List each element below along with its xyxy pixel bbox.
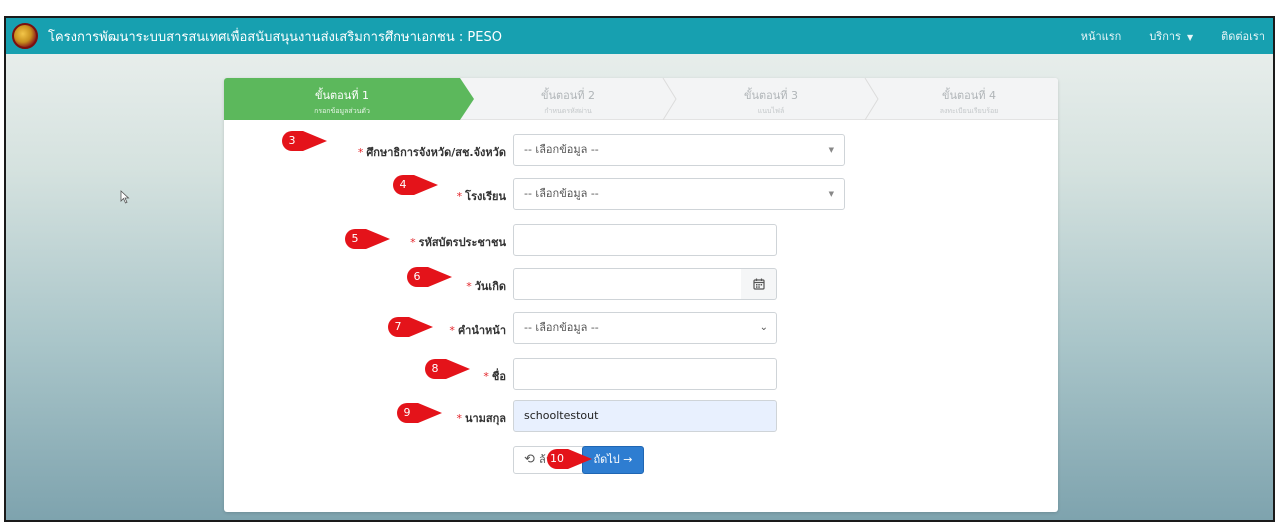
province-office-select[interactable]: -- เลือกข้อมูล -- ▼ [513, 134, 845, 166]
step-3: ขั้นตอนที่ 3 แนบไฟล์ [678, 78, 864, 120]
next-label: ถัดไป [593, 453, 620, 466]
prefix-select[interactable]: -- เลือกข้อมูล -- ⌄ [513, 312, 777, 344]
annotation-number: 3 [288, 134, 296, 147]
annotation-marker-5: 5 [344, 228, 392, 250]
chevron-down-icon: ⌄ [759, 322, 768, 333]
step-separator [864, 78, 880, 120]
caret-down-icon: ▼ [1186, 33, 1194, 42]
step-1-title: ขั้นตอนที่ 1 [314, 89, 370, 102]
annotation-number: 10 [550, 452, 564, 465]
nav-contact-link[interactable]: ติดต่อเรา [1221, 27, 1265, 45]
annotation-number: 9 [403, 406, 411, 419]
school-value: -- เลือกข้อมูล -- [524, 187, 599, 200]
annotation-number: 8 [431, 362, 439, 375]
first-name-label: * ชื่อ [483, 367, 506, 385]
annotation-marker-4: 4 [392, 174, 440, 196]
school-label-text: โรงเรียน [465, 190, 506, 203]
form-row-last-name: * นามสกุล schooltestout [224, 400, 1058, 432]
step-4-subtitle: ลงทะเบียนเรียบร้อย [939, 107, 999, 115]
step-2: ขั้นตอนที่ 2 กำหนดรหัสผ่าน [474, 78, 662, 120]
required-mark: * [449, 324, 455, 337]
required-mark: * [456, 190, 463, 203]
step-2-subtitle: กำหนดรหัสผ่าน [544, 107, 592, 115]
top-navbar: โครงการพัฒนาระบบสารสนเทศเพื่อสนับสนุนงาน… [6, 18, 1273, 54]
annotation-marker-9: 9 [396, 402, 444, 424]
annotation-marker-7: 7 [387, 316, 435, 338]
required-mark: * [466, 280, 472, 293]
step-4: ขั้นตอนที่ 4 ลงทะเบียนเรียบร้อย [880, 78, 1058, 120]
step-3-subtitle: แนบไฟล์ [757, 107, 785, 115]
last-name-label-text: นามสกุล [464, 412, 506, 425]
dropdown-arrow-icon: ▼ [828, 146, 834, 154]
citizen-id-label-text: รหัสบัตรประชาชน [418, 236, 506, 249]
form-row-prefix: * คำนำหน้า -- เลือกข้อมูล -- ⌄ [224, 312, 1058, 344]
last-name-label: * นามสกุล [456, 409, 506, 427]
form-row-school: * โรงเรียน -- เลือกข้อมูล -- ▼ [224, 178, 1058, 210]
annotation-number: 6 [413, 270, 421, 283]
site-title[interactable]: โครงการพัฒนาระบบสารสนเทศเพื่อสนับสนุนงาน… [48, 26, 502, 47]
peso-logo[interactable] [12, 23, 38, 49]
citizen-id-label: * รหัสบัตรประชาชน [410, 233, 506, 251]
citizen-id-input[interactable] [513, 224, 777, 256]
annotation-number: 5 [351, 232, 359, 245]
step-separator [662, 78, 678, 120]
step-1: ขั้นตอนที่ 1 กรอกข้อมูลส่วนตัว [224, 78, 474, 120]
prefix-value: -- เลือกข้อมูล -- [524, 321, 599, 334]
required-mark: * [410, 236, 416, 249]
first-name-label-text: ชื่อ [491, 370, 506, 383]
annotation-number: 4 [399, 178, 407, 191]
mouse-cursor-icon [120, 190, 130, 204]
last-name-input[interactable]: schooltestout [513, 400, 777, 432]
annotation-marker-3: 3 [281, 130, 329, 152]
nav-home-link[interactable]: หน้าแรก [1081, 27, 1122, 45]
step-1-subtitle: กรอกข้อมูลส่วนตัว [314, 107, 370, 115]
nav-links: หน้าแรก บริการ ▼ ติดต่อเรา [1081, 18, 1273, 54]
school-label: * โรงเรียน [457, 187, 506, 205]
arrow-right-icon: → [623, 453, 633, 466]
province-office-label-text: ศึกษาธิการจังหวัด/สช.จังหวัด [366, 146, 506, 159]
step-2-title: ขั้นตอนที่ 2 [540, 89, 596, 102]
annotation-number: 7 [394, 320, 402, 333]
required-mark: * [483, 370, 489, 383]
prefix-label: * คำนำหน้า [449, 321, 506, 339]
annotation-marker-8: 8 [424, 358, 472, 380]
step-4-title: ขั้นตอนที่ 4 [941, 89, 997, 102]
province-office-label: * ศึกษาธิการจังหวัด/สช.จังหวัด [358, 143, 506, 161]
step-3-title: ขั้นตอนที่ 3 [743, 89, 799, 102]
registration-card: ขั้นตอนที่ 1 กรอกข้อมูลส่วนตัว ขั้นตอนที… [224, 78, 1058, 512]
nav-services-dropdown[interactable]: บริการ ▼ [1149, 27, 1193, 45]
step-wizard: ขั้นตอนที่ 1 กรอกข้อมูลส่วนตัว ขั้นตอนที… [224, 78, 1058, 120]
province-office-value: -- เลือกข้อมูล -- [524, 143, 599, 156]
birthdate-label-text: วันเกิด [474, 280, 506, 293]
annotation-marker-10: 10 [546, 448, 594, 470]
nav-services-label: บริการ [1149, 30, 1181, 43]
form-row-birthdate: * วันเกิด [224, 268, 1058, 300]
prefix-label-text: คำนำหน้า [457, 324, 506, 337]
required-mark: * [357, 146, 364, 159]
birthdate-input[interactable] [513, 268, 743, 300]
dropdown-arrow-icon: ▼ [828, 190, 834, 198]
form-row-province-office: * ศึกษาธิการจังหวัด/สช.จังหวัด -- เลือกข้… [224, 134, 1058, 166]
birthdate-label: * วันเกิด [466, 277, 506, 295]
required-mark: * [456, 412, 462, 425]
annotation-marker-6: 6 [406, 266, 454, 288]
browser-frame: โครงการพัฒนาระบบสารสนเทศเพื่อสนับสนุนงาน… [4, 16, 1275, 522]
form-row-first-name: * ชื่อ [224, 358, 1058, 390]
undo-icon: ⟲ [524, 452, 535, 467]
first-name-input[interactable] [513, 358, 777, 390]
calendar-button[interactable] [741, 268, 777, 300]
calendar-icon [752, 278, 765, 290]
school-select[interactable]: -- เลือกข้อมูล -- ▼ [513, 178, 845, 210]
